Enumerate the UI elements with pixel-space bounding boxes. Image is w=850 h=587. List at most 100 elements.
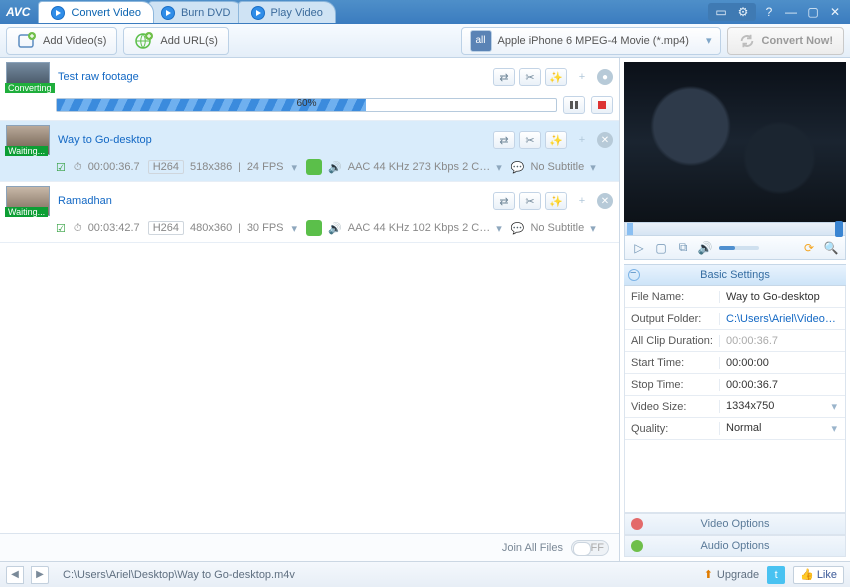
add-icon[interactable]: +	[571, 192, 593, 210]
swap-icon[interactable]: ⇄	[493, 192, 515, 210]
add-urls-button[interactable]: Add URL(s)	[123, 27, 228, 55]
volume-icon[interactable]: 🔊	[697, 240, 713, 256]
status-badge-converting: Converting	[5, 83, 55, 93]
subtitle-label: No Subtitle	[530, 161, 584, 173]
volume-slider[interactable]	[719, 246, 759, 250]
chevron-down-icon[interactable]: ▾	[496, 161, 502, 174]
video-preview[interactable]	[624, 62, 846, 222]
list-footer: Join All Files OFF	[0, 533, 619, 561]
video-options-header[interactable]: Video Options	[624, 513, 846, 535]
chevron-down-icon[interactable]: ▾	[292, 161, 298, 174]
maximize-button[interactable]: ▢	[804, 4, 822, 20]
chevron-down-icon[interactable]: ▾	[590, 222, 596, 235]
file-item[interactable]: Waiting... Ramadhan ⇄ ✂ ✨ + ✕ ☑ ⏱ 00:03:…	[0, 182, 619, 243]
minimize-button[interactable]: —	[782, 4, 800, 20]
wand-icon[interactable]: ✨	[545, 68, 567, 86]
output-folder-field[interactable]: C:\Users\Ariel\Videos\...	[719, 313, 845, 325]
audio-options-header[interactable]: Audio Options	[624, 535, 846, 557]
prop-key: Output Folder:	[625, 313, 719, 325]
start-time-field[interactable]: 00:00:00	[719, 357, 845, 369]
subtitle-icon: 💬	[511, 161, 525, 174]
file-name-label: Way to Go-desktop	[58, 134, 485, 146]
all-clip-duration: 00:00:36.7	[719, 335, 845, 347]
next-output-button[interactable]: ▶	[31, 566, 49, 584]
tab-burn-dvd[interactable]: Burn DVD	[148, 1, 244, 23]
current-file-path: C:\Users\Ariel\Desktop\Way to Go-desktop…	[57, 569, 696, 581]
scissors-icon[interactable]: ✂	[519, 68, 541, 86]
fps-label: 24 FPS	[247, 161, 284, 173]
convert-icon	[51, 6, 65, 20]
scissors-icon[interactable]: ✂	[519, 131, 541, 149]
toolbar: Add Video(s) Add URL(s) all Apple iPhone…	[0, 24, 850, 58]
file-item[interactable]: Waiting... Way to Go-desktop ⇄ ✂ ✨ + ✕ ☑…	[0, 121, 619, 182]
chevron-down-icon[interactable]: ▾	[496, 222, 502, 235]
add-icon[interactable]: +	[571, 131, 593, 149]
skin-icon[interactable]: ▭	[712, 4, 730, 20]
prev-output-button[interactable]: ◀	[6, 566, 24, 584]
wand-icon[interactable]: ✨	[545, 192, 567, 210]
file-name-label: Ramadhan	[58, 195, 485, 207]
remove-icon[interactable]: ✕	[597, 193, 613, 209]
fps-label: 30 FPS	[247, 222, 284, 234]
facebook-like-button[interactable]: 👍Like	[793, 566, 844, 584]
magnify-icon[interactable]: 🔍	[823, 240, 839, 256]
seek-handle[interactable]	[835, 221, 843, 237]
pause-button[interactable]	[563, 96, 585, 114]
remove-icon[interactable]: ●	[597, 69, 613, 85]
rotate-icon[interactable]: ⟳	[801, 240, 817, 256]
play-icon[interactable]: ▷	[631, 240, 647, 256]
prop-key: Video Size:	[625, 401, 719, 413]
file-item[interactable]: Converting Test raw footage ⇄ ✂ ✨ + ● 60…	[0, 58, 619, 121]
duration-label: ⏱ 00:00:36.7	[74, 161, 140, 173]
film-plus-icon	[17, 31, 37, 51]
tab-play-video[interactable]: Play Video	[238, 1, 336, 23]
add-videos-button[interactable]: Add Video(s)	[6, 27, 117, 55]
chevron-down-icon[interactable]: ▾	[590, 161, 596, 174]
video-size-select[interactable]: 1334x750	[719, 400, 845, 413]
tab-label: Burn DVD	[181, 7, 231, 19]
stop-time-field[interactable]: 00:00:36.7	[719, 379, 845, 391]
checkbox[interactable]: ☑	[56, 222, 66, 235]
chevron-down-icon[interactable]: ▾	[292, 222, 298, 235]
add-icon[interactable]: +	[571, 68, 593, 86]
tab-label: Convert Video	[71, 7, 141, 19]
resolution-label: 480x360	[190, 222, 232, 234]
codec-label: H264	[148, 160, 184, 174]
status-bar: ◀ ▶ C:\Users\Ariel\Desktop\Way to Go-des…	[0, 561, 850, 587]
wand-icon[interactable]: ✨	[545, 131, 567, 149]
stop-button[interactable]	[591, 96, 613, 114]
seek-bar[interactable]	[624, 222, 846, 236]
remove-icon[interactable]: ✕	[597, 132, 613, 148]
collapse-icon[interactable]	[628, 269, 640, 281]
audio-label: AAC 44 KHz 273 Kbps 2 C…	[348, 161, 490, 173]
audio-label: AAC 44 KHz 102 Kbps 2 C…	[348, 222, 490, 234]
snapshot-icon[interactable]: ⧉	[675, 240, 691, 256]
settings-icon[interactable]: ⚙	[734, 4, 752, 20]
duration-label: ⏱ 00:03:42.7	[74, 222, 140, 234]
output-profile-picker[interactable]: all Apple iPhone 6 MPEG-4 Movie (*.mp4) …	[461, 27, 721, 55]
basic-settings-grid: File Name:Way to Go-desktop Output Folde…	[624, 286, 846, 440]
upgrade-link[interactable]: ⬆Upgrade	[704, 568, 759, 581]
convert-now-button[interactable]: Convert Now!	[727, 27, 845, 55]
speaker-green-icon	[306, 220, 322, 236]
swap-icon[interactable]: ⇄	[493, 131, 515, 149]
expand-icon	[631, 540, 643, 552]
help-button[interactable]: ?	[760, 4, 778, 20]
join-files-toggle[interactable]: OFF	[571, 540, 609, 556]
checkbox[interactable]: ☑	[56, 161, 66, 174]
scissors-icon[interactable]: ✂	[519, 192, 541, 210]
speaker-icon: 🔊	[328, 161, 342, 174]
quality-select[interactable]: Normal	[719, 422, 845, 435]
prop-key: File Name:	[625, 291, 719, 303]
prop-key: Stop Time:	[625, 379, 719, 391]
twitter-button[interactable]: t	[767, 566, 785, 584]
prop-key: Start Time:	[625, 357, 719, 369]
progress-percent: 60%	[296, 98, 316, 109]
tab-convert-video[interactable]: Convert Video	[38, 1, 154, 23]
resolution-label: 518x386	[190, 161, 232, 173]
stop-icon[interactable]: ▢	[653, 240, 669, 256]
close-button[interactable]: ✕	[826, 4, 844, 20]
file-name-field[interactable]: Way to Go-desktop	[719, 291, 845, 303]
swap-icon[interactable]: ⇄	[493, 68, 515, 86]
basic-settings-header[interactable]: Basic Settings	[624, 264, 846, 286]
